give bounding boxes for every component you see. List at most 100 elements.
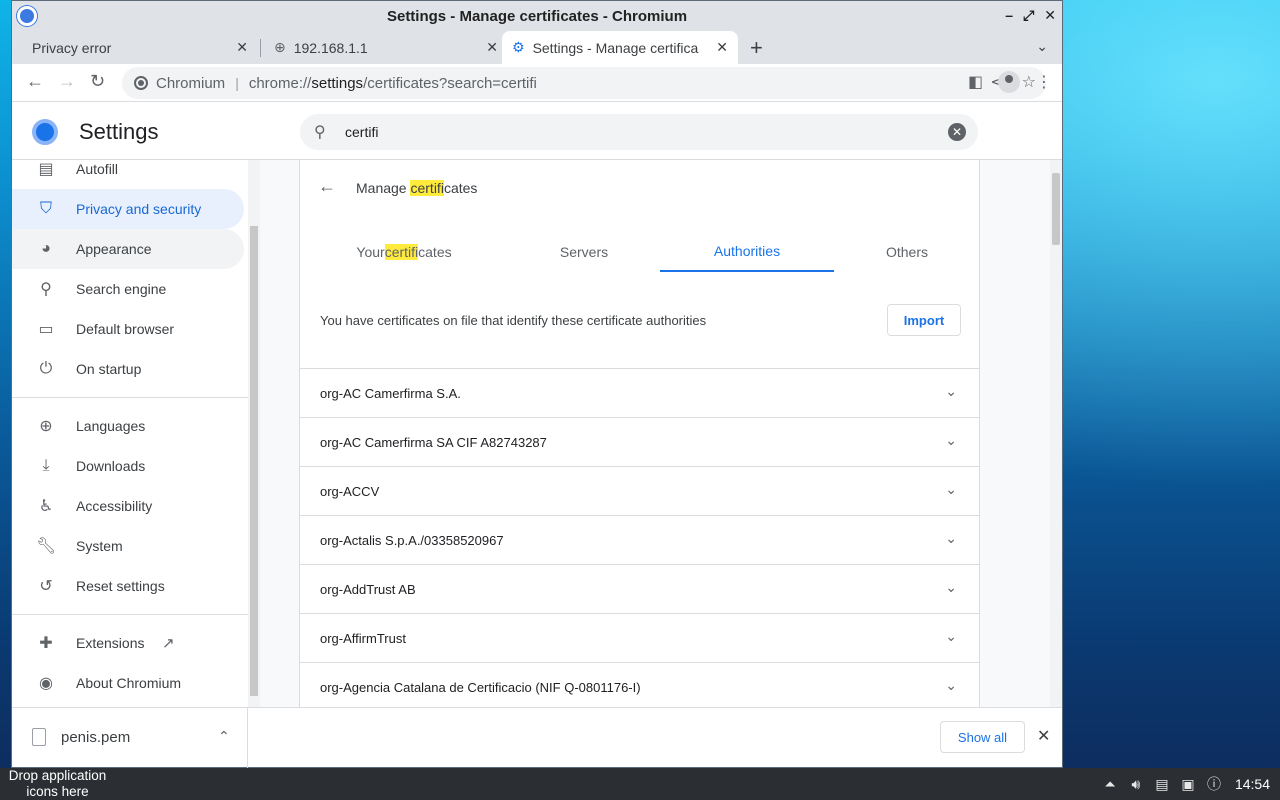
list-item[interactable]: org-Agencia Catalana de Certificacio (NI… — [300, 662, 979, 707]
download-bar: penis.pem ⌃ Show all ✕ — [12, 707, 1062, 768]
file-icon — [32, 728, 46, 746]
sidebar-item-on-startup[interactable]: ⏻ On startup — [12, 349, 244, 389]
sidebar-item-appearance[interactable]: ◕ Appearance — [12, 229, 244, 269]
external-link-icon: ↗ — [162, 635, 175, 652]
sidebar-scrollbar-thumb[interactable] — [250, 226, 258, 696]
chevron-up-icon[interactable]: ⌃ — [218, 728, 230, 745]
tab-your-certificates[interactable]: Your certifi cates — [320, 232, 488, 272]
clipboard-icon[interactable]: ▤ — [1149, 776, 1175, 793]
sidebar-item-label: System — [76, 538, 123, 554]
settings-sidebar: ▤ Autofill ⛉ Privacy and security ◕ Appe… — [12, 160, 260, 707]
sidebar-item-default-browser[interactable]: ▭ Default browser — [12, 309, 244, 349]
tab-privacy-error[interactable]: Privacy error ✕ — [12, 31, 258, 64]
settings-title: Settings — [79, 119, 159, 144]
url-text[interactable]: chrome://settings/certificates?search=ce… — [249, 75, 537, 92]
sidebar-item-languages[interactable]: ⊕ Languages — [12, 406, 244, 446]
tab-authorities[interactable]: Authorities — [660, 232, 834, 272]
list-item[interactable]: org-AC Camerfirma S.A. ⌄ — [300, 368, 979, 417]
list-item[interactable]: org-AC Camerfirma SA CIF A82743287 ⌄ — [300, 417, 979, 466]
profile-avatar-icon[interactable] — [998, 71, 1020, 93]
chevron-down-icon[interactable]: ⌄ — [945, 579, 957, 596]
power-icon: ⏻ — [39, 360, 53, 377]
address-bar[interactable]: Chromium | chrome://settings/certificate… — [122, 67, 1046, 99]
manage-certificates-card: ← Manage certificates Your certifi cates … — [299, 160, 980, 707]
list-item[interactable]: org-AffirmTrust ⌄ — [300, 613, 979, 662]
chevron-down-icon[interactable]: ⌄ — [945, 628, 957, 645]
close-window-button[interactable]: ✕ — [1044, 7, 1056, 24]
tab-settings[interactable]: ⚙ Settings - Manage certifica ✕ — [502, 31, 738, 64]
cert-name: org-ACCV — [320, 484, 380, 499]
chevron-down-icon[interactable]: ⌄ — [945, 383, 957, 400]
volume-icon[interactable]: 🔊︎ — [1123, 776, 1149, 793]
card-header: ← Manage certificates — [300, 172, 979, 204]
search-value[interactable]: certifi — [345, 124, 378, 140]
close-tab-icon[interactable]: ✕ — [716, 39, 728, 56]
notification-icon[interactable]: ⓘ — [1201, 774, 1227, 794]
tab-servers[interactable]: Servers — [497, 232, 671, 272]
new-tab-button[interactable]: + — [750, 35, 763, 61]
cert-name: org-AddTrust AB — [320, 582, 416, 597]
sidebar-item-label: About Chromium — [76, 675, 182, 691]
tab-router[interactable]: ⊕ 192.168.1.1 ✕ — [262, 31, 508, 64]
cert-name: org-AC Camerfirma SA CIF A82743287 — [320, 435, 547, 450]
tab-others[interactable]: Others — [820, 232, 994, 272]
certificate-list: org-AC Camerfirma S.A. ⌄ org-AC Camerfirm… — [300, 368, 979, 707]
url-scheme: chrome:// — [248, 74, 312, 92]
tab-label: Settings - Manage certifica — [532, 39, 699, 56]
cert-name: org-Actalis S.p.A./03358520967 — [320, 533, 504, 548]
chromium-icon — [17, 6, 37, 26]
clear-search-icon[interactable]: ✕ — [948, 123, 966, 141]
sidebar-item-system[interactable]: 🔧︎ System — [12, 526, 244, 566]
network-icon[interactable]: ▣ — [1175, 776, 1201, 793]
close-tab-icon[interactable]: ✕ — [236, 39, 248, 56]
bookmark-star-icon[interactable]: ☆ — [1022, 72, 1036, 92]
tab-separator — [260, 39, 261, 57]
download-item[interactable]: penis.pem ⌃ — [12, 708, 248, 768]
chromium-icon: ◉ — [39, 675, 53, 692]
main-content: ← Manage certificates Your certifi cates … — [260, 160, 1050, 707]
taskbar-drop-text: Drop application icons here — [8, 768, 107, 799]
back-arrow-icon[interactable]: ← — [318, 176, 336, 197]
sidebar-item-reset[interactable]: ↺ Reset settings — [12, 566, 244, 606]
sidebar-item-label: Appearance — [76, 241, 152, 257]
list-item[interactable]: org-ACCV ⌄ — [300, 466, 979, 515]
browser-window: Settings - Manage certificates - Chromiu… — [11, 0, 1063, 768]
chevron-down-icon[interactable]: ⌄ — [945, 530, 957, 547]
settings-search-input[interactable]: ⚲ certifi ✕ — [300, 114, 978, 150]
side-panel-icon[interactable]: ◧ — [968, 72, 983, 92]
sidebar-item-accessibility[interactable]: ♿ Accessibility — [12, 486, 244, 526]
forward-button[interactable]: → — [58, 71, 76, 92]
tab-search-chevron-icon[interactable]: ⌄ — [1036, 38, 1048, 55]
import-button[interactable]: Import — [887, 304, 961, 336]
show-all-button[interactable]: Show all — [940, 721, 1025, 753]
back-button[interactable]: ← — [26, 71, 44, 92]
certificate-tabs: Your certifi cates Servers Authorities Ot… — [300, 232, 979, 272]
sidebar-item-label: Privacy and security — [76, 201, 202, 217]
sidebar-item-extensions[interactable]: ✚ Extensions ↗ — [12, 623, 244, 663]
chevron-down-icon[interactable]: ⌄ — [945, 481, 957, 498]
minimize-button[interactable]: – — [1005, 7, 1013, 24]
chevron-down-icon[interactable]: ⌄ — [945, 677, 957, 694]
sidebar-item-privacy[interactable]: ⛉ Privacy and security — [12, 189, 244, 229]
maximize-button[interactable]: ⤢ — [1023, 7, 1034, 24]
window-title: Settings - Manage certificates - Chromiu… — [386, 7, 688, 25]
cert-name: org-Agencia Catalana de Certificacio (NI… — [320, 680, 641, 695]
sidebar-item-search-engine[interactable]: ⚲ Search engine — [12, 269, 244, 309]
chevron-down-icon[interactable]: ⌄ — [945, 432, 957, 449]
menu-kebab-icon[interactable]: ⋮ — [1036, 72, 1052, 92]
sidebar-item-downloads[interactable]: ⤓ Downloads — [12, 446, 244, 486]
sidebar-item-about[interactable]: ◉ About Chromium — [12, 663, 244, 703]
sidebar-item-autofill[interactable]: ▤ Autofill — [12, 160, 244, 189]
cert-name: org-AC Camerfirma S.A. — [320, 386, 461, 401]
reload-button[interactable]: ↻ — [90, 71, 105, 92]
wrench-icon: 🔧︎ — [36, 538, 57, 555]
tab-label: Privacy error — [32, 39, 112, 56]
close-tab-icon[interactable]: ✕ — [486, 39, 498, 56]
close-download-bar-icon[interactable]: ✕ — [1037, 726, 1050, 746]
list-item[interactable]: org-Actalis S.p.A./03358520967 ⌄ — [300, 515, 979, 564]
tray-up-icon[interactable]: ⏶ — [1097, 776, 1123, 793]
sidebar-item-label: Default browser — [76, 321, 175, 337]
main-scrollbar-thumb[interactable] — [1052, 173, 1060, 245]
globe-icon: ⊕ — [39, 418, 53, 435]
list-item[interactable]: org-AddTrust AB ⌄ — [300, 564, 979, 613]
